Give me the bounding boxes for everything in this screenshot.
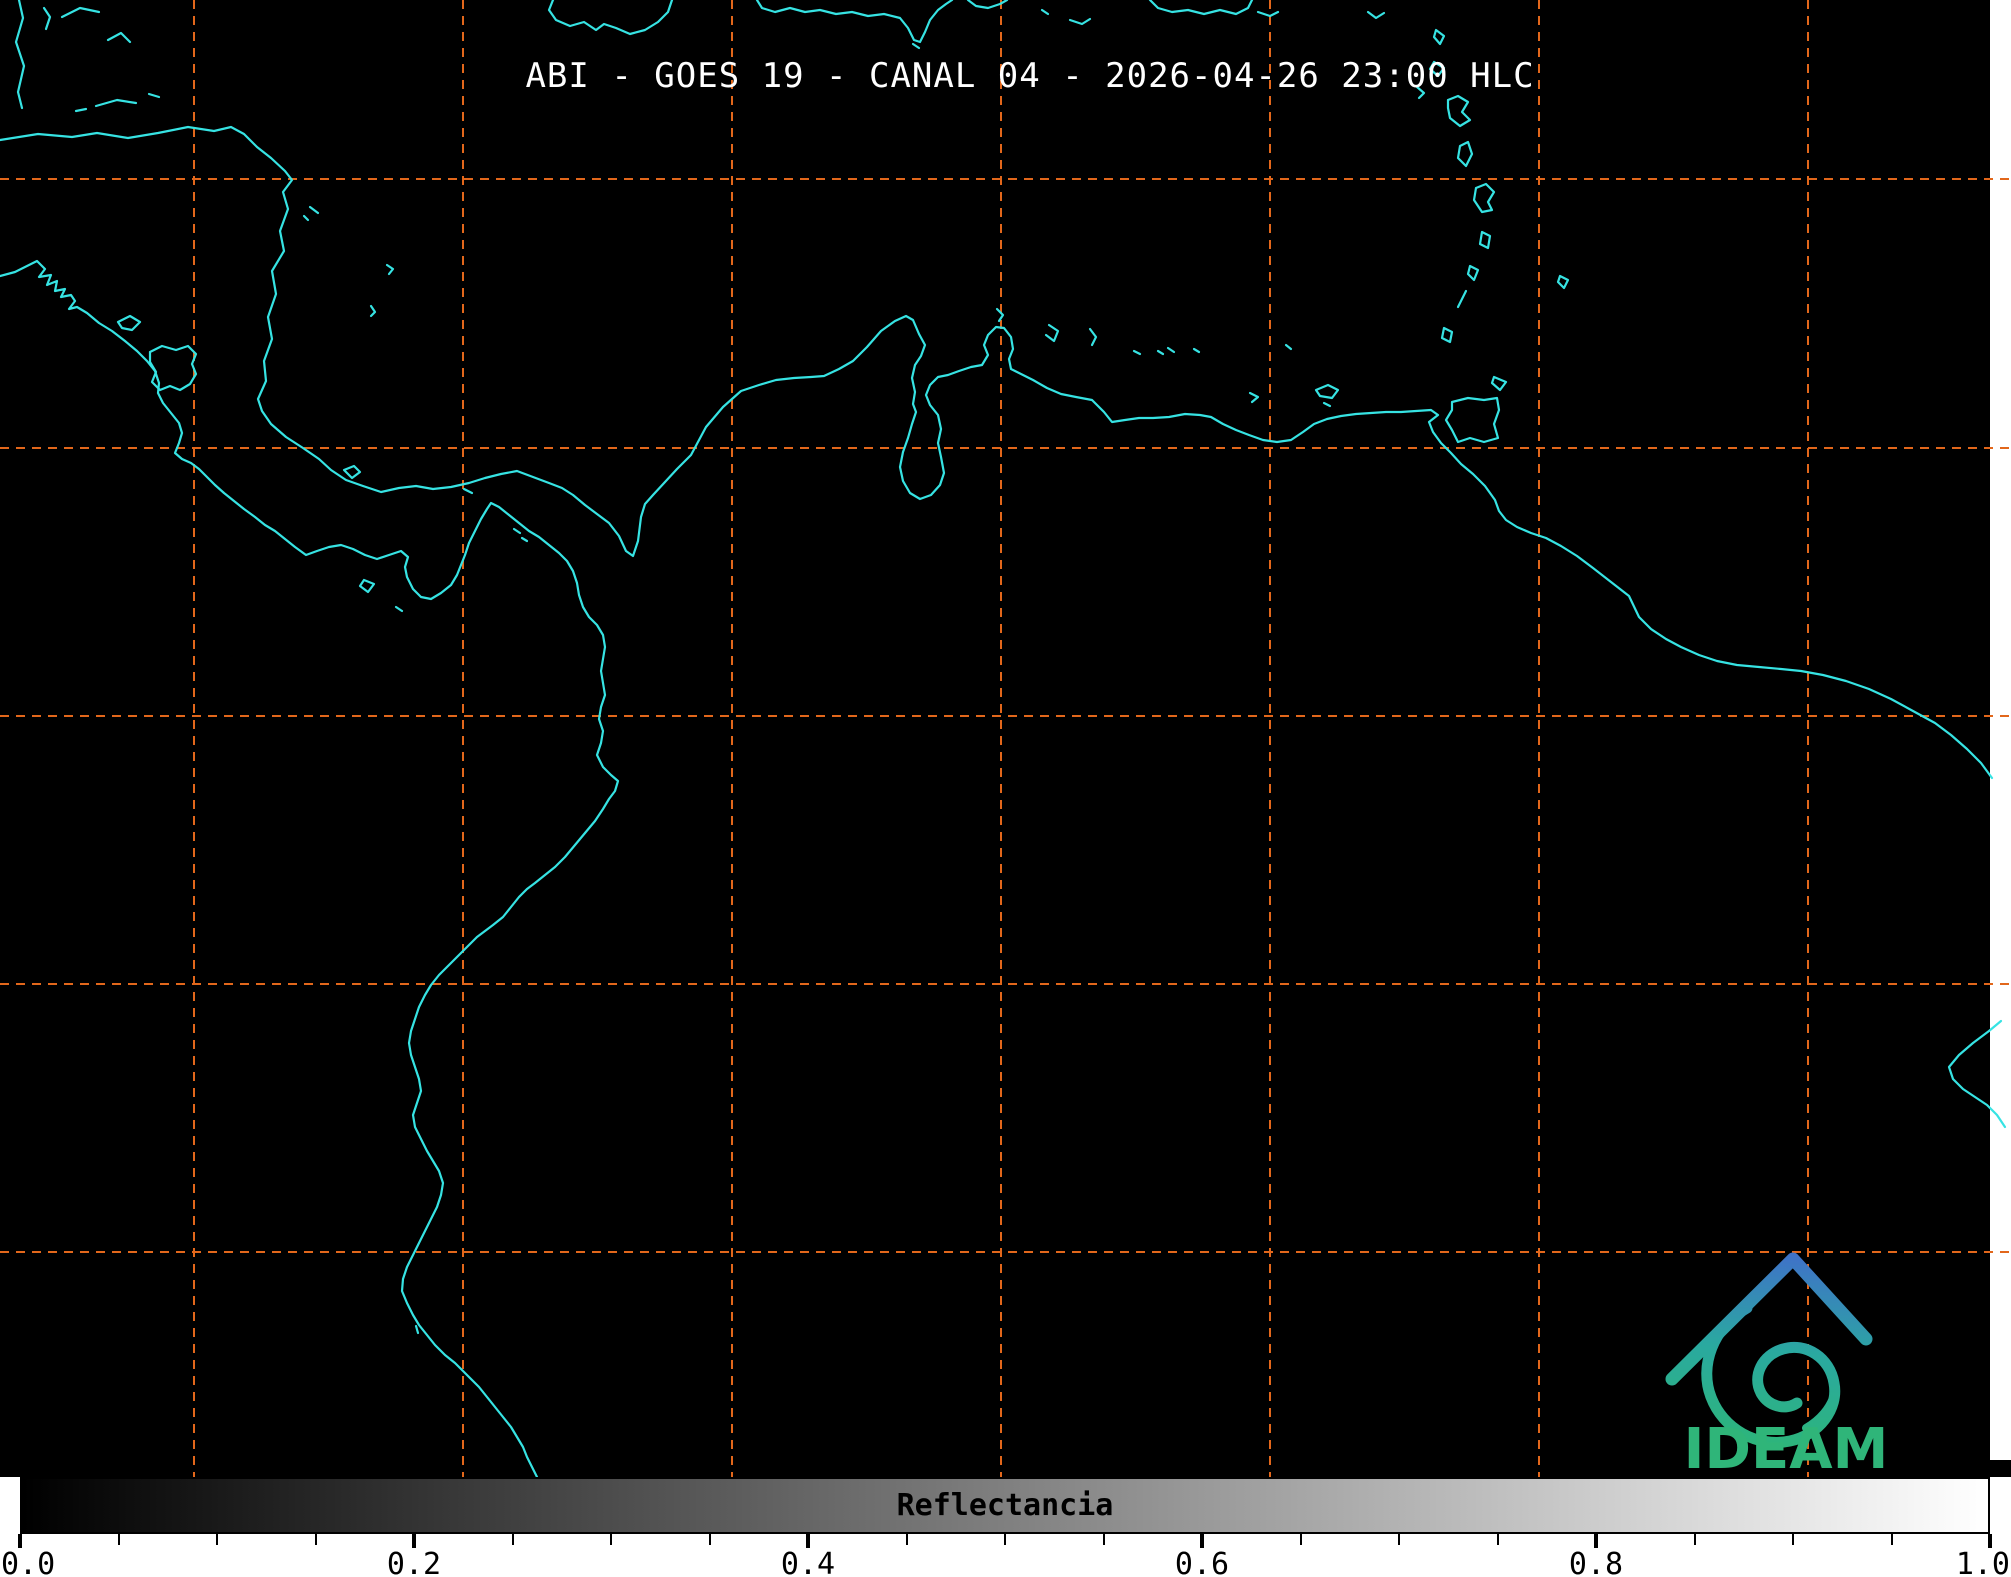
colorbar-major-tick	[1594, 1534, 1598, 1548]
colorbar-major-tick	[1200, 1534, 1204, 1548]
satellite-map: ABI - GOES 19 - CANAL 04 - 2026-04-26 23…	[0, 0, 2011, 1477]
colorbar-tick-label: 0.6	[1174, 1547, 1230, 1577]
colorbar-tick-label: 0.0	[1, 1547, 56, 1577]
colorbar-major-tick	[18, 1534, 22, 1548]
colorbar-minor-tick	[314, 1534, 317, 1545]
ideam-logo-mark	[1665, 1252, 1873, 1448]
colorbar-minor-tick	[1102, 1534, 1105, 1545]
colorbar-minor-tick	[905, 1534, 908, 1545]
colorbar-minor-tick	[1004, 1534, 1006, 1545]
colorbar-minor-tick	[1890, 1534, 1893, 1545]
colorbar-minor-tick	[1693, 1534, 1696, 1545]
colorbar-tick-label: 0.2	[386, 1547, 442, 1577]
colorbar-minor-tick	[1496, 1534, 1499, 1545]
colorbar-label: Reflectancia	[896, 1488, 1114, 1523]
ideam-logo-text: IDEAM	[1684, 1417, 1889, 1477]
colorbar-tick-label: 0.8	[1568, 1547, 1624, 1577]
colorbar-minor-tick	[610, 1534, 612, 1545]
colorbar-minor-tick	[511, 1534, 514, 1545]
colorbar-minor-tick	[1398, 1534, 1400, 1545]
colorbar-minor-tick	[117, 1534, 120, 1545]
colorbar-minor-tick	[1792, 1534, 1794, 1545]
colorbar-tick-label: 1.0	[1955, 1547, 2010, 1577]
ideam-logo: IDEAM	[1665, 1252, 1889, 1477]
colorbar-minor-tick	[708, 1534, 711, 1545]
colorbar: Reflectancia 0.0 0.2 0.4 0.6 0.8 1.0	[0, 1477, 2011, 1577]
colorbar-tick-label: 0.4	[780, 1547, 836, 1577]
colorbar-major-tick	[412, 1534, 416, 1548]
colorbar-major-tick	[1988, 1534, 1992, 1548]
colorbar-major-tick	[806, 1534, 810, 1548]
satellite-image-viewer: ABI - GOES 19 - CANAL 04 - 2026-04-26 23…	[0, 0, 2011, 1577]
colorbar-minor-tick	[216, 1534, 218, 1545]
colorbar-minor-tick	[1299, 1534, 1302, 1545]
